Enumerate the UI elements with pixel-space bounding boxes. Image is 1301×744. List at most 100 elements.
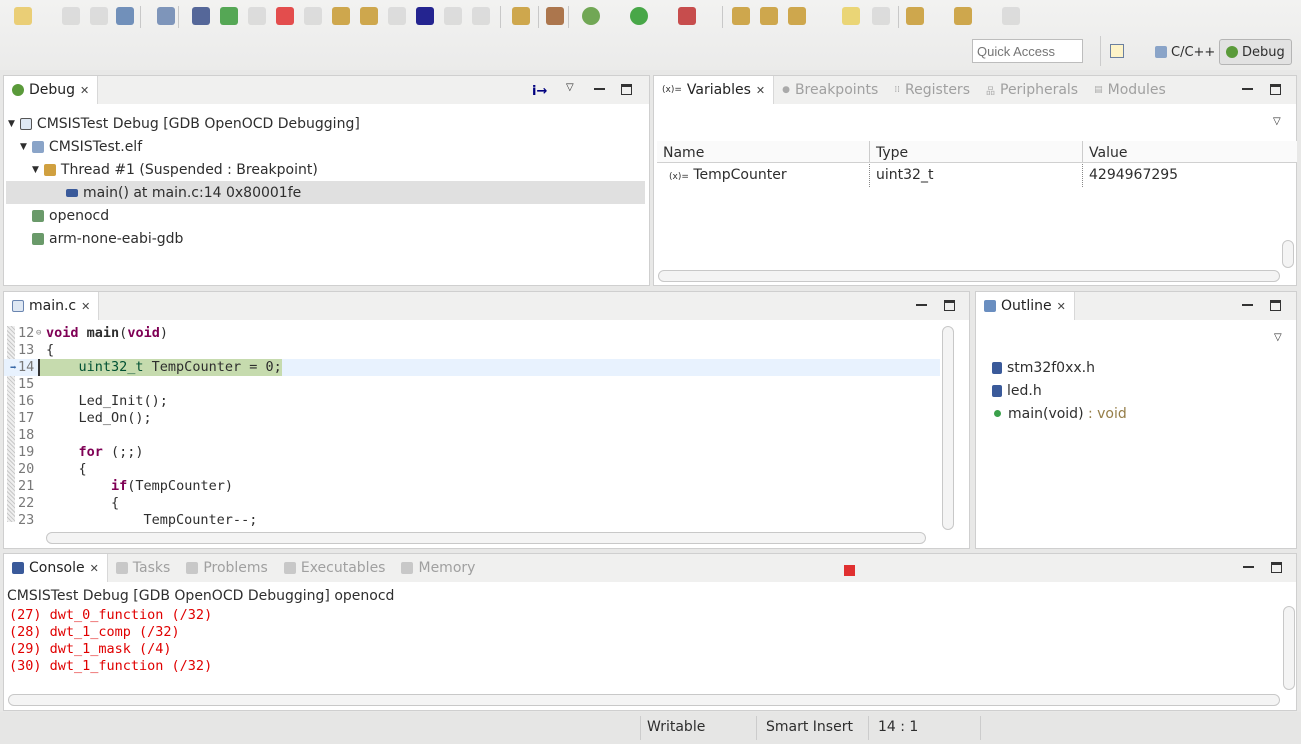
expand-arrow-icon[interactable]: ▼ — [20, 142, 27, 152]
quick-access-input[interactable] — [972, 39, 1083, 63]
minimize-button[interactable] — [916, 300, 927, 306]
view-menu-icon[interactable]: ▽ — [1273, 116, 1281, 127]
tab-modules[interactable]: ▤ Modules — [1086, 76, 1174, 104]
debug-tree-item[interactable]: openocd — [8, 204, 645, 227]
restart-icon[interactable] — [512, 7, 530, 25]
search-icon[interactable] — [788, 7, 806, 25]
minimize-button[interactable] — [1242, 300, 1253, 306]
horizontal-scrollbar[interactable] — [8, 694, 1280, 706]
debug-tree-item[interactable]: ▼ Thread #1 (Suspended : Breakpoint) — [8, 158, 645, 181]
tab-executables[interactable]: Executables — [276, 554, 394, 582]
skip-breakpoints-icon[interactable] — [192, 7, 210, 25]
use-step-filters-icon[interactable] — [472, 7, 490, 25]
close-icon[interactable]: ✕ — [1057, 300, 1066, 313]
terminate-icon[interactable] — [844, 565, 855, 576]
instruction-step-icon[interactable] — [416, 7, 434, 25]
code-line[interactable]: 13 { — [4, 342, 940, 359]
suspend-icon[interactable] — [248, 7, 266, 25]
open-folder-icon[interactable] — [732, 7, 750, 25]
code-line[interactable]: 18 — [4, 427, 940, 444]
view-menu-icon[interactable]: ▽ — [566, 82, 574, 93]
tab-debug[interactable]: Debug ✕ — [4, 76, 99, 104]
disassembly-icon[interactable] — [157, 7, 175, 25]
outline-item[interactable]: main(void) : void — [992, 402, 1127, 425]
resume-icon[interactable] — [220, 7, 238, 25]
tab-tasks[interactable]: Tasks — [108, 554, 179, 582]
close-icon[interactable]: ✕ — [80, 84, 89, 97]
tab-outline[interactable]: Outline ✕ — [976, 292, 1075, 320]
vertical-scrollbar[interactable] — [1282, 240, 1294, 268]
code-line[interactable]: 17 Led_On(); — [4, 410, 940, 427]
run-icon[interactable] — [630, 7, 648, 25]
code-line[interactable]: 15 — [4, 376, 940, 393]
terminate-icon[interactable] — [276, 7, 294, 25]
expand-arrow-icon[interactable]: ▼ — [8, 119, 15, 129]
prev-annotation-icon[interactable] — [906, 7, 924, 25]
tab-console[interactable]: Console ✕ — [4, 554, 108, 582]
close-icon[interactable]: ✕ — [756, 84, 765, 97]
build-icon[interactable] — [546, 7, 564, 25]
tab-variables[interactable]: (x)= Variables ✕ — [654, 76, 775, 104]
close-icon[interactable]: ✕ — [90, 562, 99, 575]
horizontal-scrollbar[interactable] — [46, 532, 926, 544]
vertical-scrollbar[interactable] — [942, 326, 954, 530]
minimize-button[interactable] — [1242, 84, 1253, 90]
code-line[interactable]: 19 for (;;) — [4, 444, 940, 461]
view-menu-icon[interactable]: ▽ — [1274, 332, 1282, 343]
code-line[interactable]: 20 { — [4, 461, 940, 478]
maximize-button[interactable] — [1270, 84, 1281, 95]
perspective-debug[interactable]: Debug — [1219, 39, 1292, 65]
tab-memory[interactable]: Memory — [393, 554, 483, 582]
drop-to-frame-icon[interactable] — [444, 7, 462, 25]
horizontal-scrollbar[interactable] — [658, 270, 1280, 282]
step-into-icon[interactable] — [332, 7, 350, 25]
outline-item[interactable]: led.h — [992, 379, 1127, 402]
back-icon[interactable] — [954, 7, 972, 25]
tab-main-c[interactable]: main.c ✕ — [4, 292, 100, 320]
code-line[interactable]: 16 Led_Init(); — [4, 393, 940, 410]
open-perspective-icon[interactable] — [1110, 44, 1124, 58]
forward-icon[interactable] — [1002, 7, 1020, 25]
maximize-button[interactable] — [621, 84, 632, 95]
external-tools-icon[interactable] — [678, 7, 696, 25]
maximize-button[interactable] — [1271, 562, 1282, 573]
tab-peripherals[interactable]: 品 Peripherals — [978, 76, 1086, 104]
outline-item[interactable]: stm32f0xx.h — [992, 356, 1127, 379]
minimize-button[interactable] — [594, 84, 605, 90]
perspective-cpp[interactable]: C/C++ — [1148, 39, 1222, 65]
debug-tree-item[interactable]: main() at main.c:14 0x80001fe — [6, 181, 645, 204]
debug-tree-item[interactable]: ▼ CMSISTest Debug [GDB OpenOCD Debugging] — [8, 112, 645, 135]
highlight-icon[interactable] — [842, 7, 860, 25]
step-return-icon[interactable] — [388, 7, 406, 25]
code-line[interactable]: 12 void main(void) ⊖ — [4, 325, 940, 342]
minimize-button[interactable] — [1243, 562, 1254, 568]
new-icon[interactable] — [14, 7, 32, 25]
column-type[interactable]: Type — [870, 141, 1083, 162]
open-type-icon[interactable] — [760, 7, 778, 25]
print-icon[interactable] — [116, 7, 134, 25]
tab-problems[interactable]: Problems — [178, 554, 276, 582]
debug-tree-item[interactable]: arm-none-eabi-gdb — [8, 227, 645, 250]
next-annotation-icon[interactable] — [872, 7, 890, 25]
close-icon[interactable]: ✕ — [81, 300, 90, 313]
column-value[interactable]: Value — [1083, 141, 1133, 162]
vertical-scrollbar[interactable] — [1283, 606, 1295, 690]
code-line[interactable]: 23 TempCounter--; — [4, 512, 940, 529]
code-line[interactable]: 21 if(TempCounter) — [4, 478, 940, 495]
maximize-button[interactable] — [944, 300, 955, 311]
maximize-button[interactable] — [1270, 300, 1281, 311]
step-over-icon[interactable] — [360, 7, 378, 25]
tab-registers[interactable]: ⁞⁞ Registers — [886, 76, 978, 104]
save-all-icon[interactable] — [90, 7, 108, 25]
debug-tree-item[interactable]: ▼ CMSISTest.elf — [8, 135, 645, 158]
save-icon[interactable] — [62, 7, 80, 25]
debug-icon[interactable] — [582, 7, 600, 25]
expand-arrow-icon[interactable]: ▼ — [32, 165, 39, 175]
disconnect-icon[interactable] — [304, 7, 322, 25]
instruction-step-icon[interactable]: i→ — [532, 84, 547, 99]
code-line[interactable]: 22 { — [4, 495, 940, 512]
tab-breakpoints[interactable]: ● Breakpoints — [774, 76, 886, 104]
fold-icon[interactable]: ⊖ — [36, 325, 41, 342]
column-name[interactable]: Name — [657, 141, 870, 162]
variable-row[interactable]: (x)= TempCounter uint32_t 4294967295 — [657, 164, 1297, 187]
